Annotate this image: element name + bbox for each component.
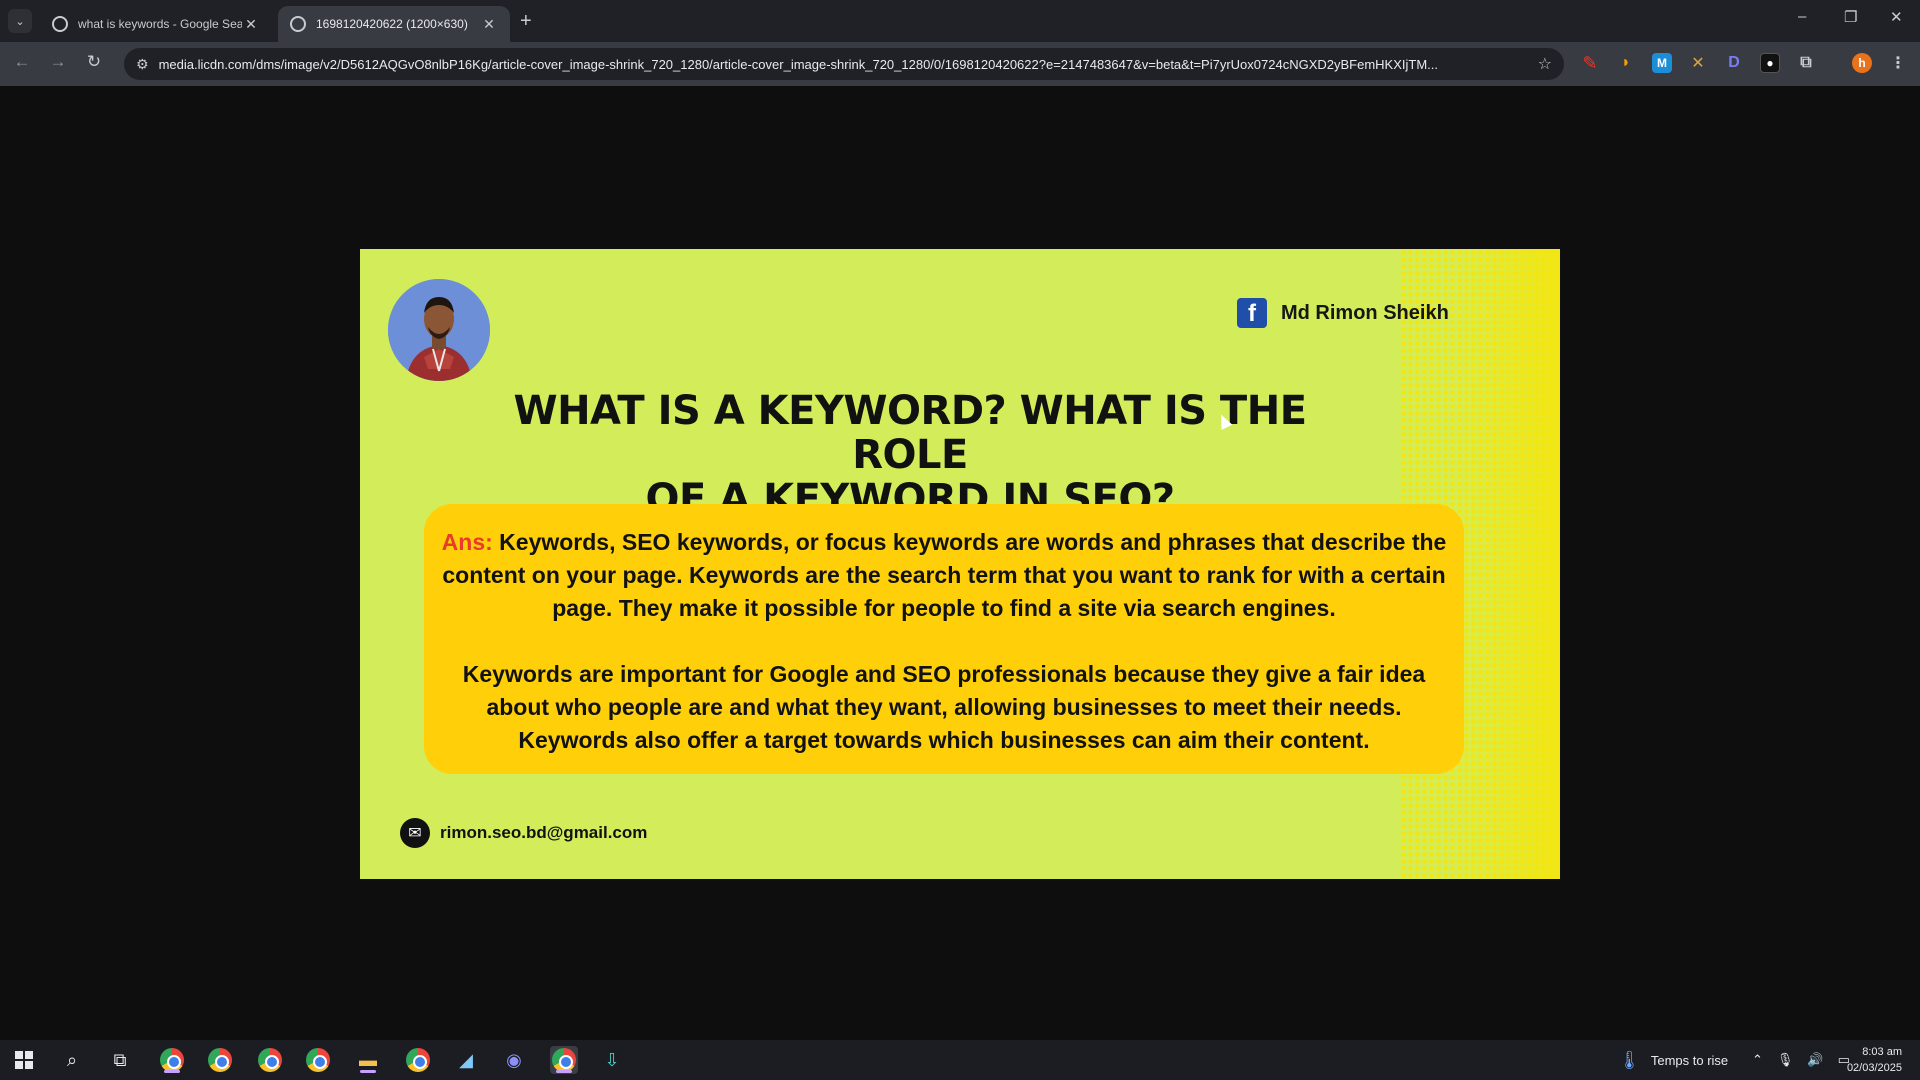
tab-google-search[interactable]: what is keywords - Google Search ✕ — [40, 6, 272, 42]
profile-avatar[interactable]: h — [1852, 53, 1872, 73]
globe-icon — [290, 16, 306, 32]
windows-taskbar: ⌕ ⧉ ▬ ◢ ◉ ⇩ 🌡 Temps to rise ⌃ 🎙 🔊 ▭ 8:03… — [0, 1040, 1920, 1080]
author-avatar — [388, 279, 490, 381]
ans-label: Ans: — [441, 529, 493, 555]
minimize-button[interactable]: – — [1798, 8, 1806, 25]
clock-time: 8:03 am — [1862, 1046, 1902, 1058]
url-text[interactable]: media.licdn.com/dms/image/v2/D5612AQGvO8… — [159, 57, 1539, 72]
flame-extension-icon[interactable]: ◗ — [1616, 53, 1636, 73]
halftone-fade — [1450, 249, 1560, 879]
chrome-taskbar-icon-5[interactable] — [404, 1046, 432, 1074]
discord-icon[interactable]: ◉ — [500, 1046, 528, 1074]
more-menu-icon[interactable]: ⋮ — [1888, 53, 1908, 73]
browser-tab-bar: ⌄ what is keywords - Google Search ✕ 169… — [0, 0, 1920, 42]
bookmark-star-icon[interactable]: ☆ — [1538, 54, 1552, 74]
screen-recorder-icon[interactable]: ⇩ — [598, 1046, 626, 1074]
chrome-taskbar-icon-1[interactable] — [158, 1046, 186, 1074]
microphone-icon[interactable]: 🎙 — [1777, 1052, 1794, 1068]
back-icon[interactable]: ← — [10, 52, 34, 72]
tab-image[interactable]: 1698120420622 (1200×630) ✕ — [278, 6, 510, 42]
chrome-taskbar-icon-2[interactable] — [206, 1046, 234, 1074]
weather-widget[interactable]: 🌡 Temps to rise — [1618, 1040, 1728, 1080]
clock[interactable]: 8:03 am 02/03/2025 — [1847, 1044, 1902, 1076]
restore-button[interactable]: ❐ — [1844, 8, 1857, 26]
tab-title: 1698120420622 (1200×630) — [316, 17, 468, 31]
windows-start-icon[interactable] — [10, 1046, 38, 1074]
chevron-up-icon[interactable]: ⌃ — [1752, 1052, 1763, 1068]
notes-app-icon[interactable]: ◢ — [452, 1046, 480, 1074]
pdf-extension-icon[interactable]: ✎ — [1580, 53, 1600, 73]
close-tab-icon[interactable]: ✕ — [242, 16, 260, 33]
close-tab-icon[interactable]: ✕ — [480, 16, 498, 33]
new-tab-button[interactable]: + — [520, 10, 532, 33]
weather-text: Temps to rise — [1650, 1052, 1729, 1068]
headline-line-1: WHAT IS A KEYWORD? WHAT IS THE ROLE — [513, 388, 1307, 478]
m-extension-icon[interactable]: M — [1652, 53, 1672, 73]
speaker-icon[interactable]: 🔊 — [1807, 1052, 1823, 1068]
tab-search-button[interactable]: ⌄ — [8, 9, 32, 33]
system-tray: ⌃ 🎙 🔊 ▭ — [1752, 1040, 1850, 1080]
mail-icon: ✉ — [400, 818, 430, 848]
thermometer-icon: 🌡 — [1618, 1049, 1641, 1070]
dark-extension-icon[interactable]: ● — [1760, 53, 1780, 73]
answer-text-1: Keywords, SEO keywords, or focus keyword… — [442, 529, 1447, 621]
headline: WHAT IS A KEYWORD? WHAT IS THE ROLE OF A… — [460, 389, 1360, 521]
tab-title: what is keywords - Google Search — [78, 17, 242, 31]
email-address: rimon.seo.bd@gmail.com — [440, 823, 648, 842]
answer-paragraph-2: Keywords are important for Google and SE… — [462, 661, 1426, 753]
chrome-taskbar-icon-3[interactable] — [256, 1046, 284, 1074]
answer-box: Ans: Keywords, SEO keywords, or focus ke… — [424, 504, 1464, 774]
task-view-icon[interactable]: ⧉ — [106, 1046, 134, 1074]
tools-extension-icon[interactable]: ✕ — [1688, 53, 1708, 73]
chrome-taskbar-icon-4[interactable] — [304, 1046, 332, 1074]
file-explorer-icon[interactable]: ▬ — [354, 1046, 382, 1074]
page-viewport: f Md Rimon Sheikh WHAT IS A KEYWORD? WHA… — [0, 86, 1920, 1040]
close-window-button[interactable]: ✕ — [1890, 8, 1903, 26]
answer-paragraph-1: Ans: Keywords, SEO keywords, or focus ke… — [438, 526, 1450, 625]
address-bar[interactable]: ⚙ media.licdn.com/dms/image/v2/D5612AQGv… — [124, 48, 1564, 80]
google-icon — [52, 16, 68, 32]
chrome-active-taskbar-icon[interactable] — [550, 1046, 578, 1074]
forward-icon[interactable]: → — [46, 52, 70, 72]
puzzle-extensions-icon[interactable]: ⧉ — [1796, 53, 1816, 73]
d-extension-icon[interactable]: D — [1724, 53, 1744, 73]
email-credit: ✉ rimon.seo.bd@gmail.com — [400, 818, 647, 848]
facebook-icon: f — [1237, 298, 1267, 328]
facebook-credit: f Md Rimon Sheikh — [1237, 298, 1449, 328]
clock-date: 02/03/2025 — [1846, 1062, 1902, 1074]
author-name: Md Rimon Sheikh — [1281, 301, 1449, 324]
article-cover-image: f Md Rimon Sheikh WHAT IS A KEYWORD? WHA… — [360, 249, 1560, 879]
search-icon[interactable]: ⌕ — [58, 1046, 86, 1074]
site-info-icon[interactable]: ⚙ — [136, 56, 149, 73]
reload-icon[interactable]: ↻ — [82, 52, 106, 72]
